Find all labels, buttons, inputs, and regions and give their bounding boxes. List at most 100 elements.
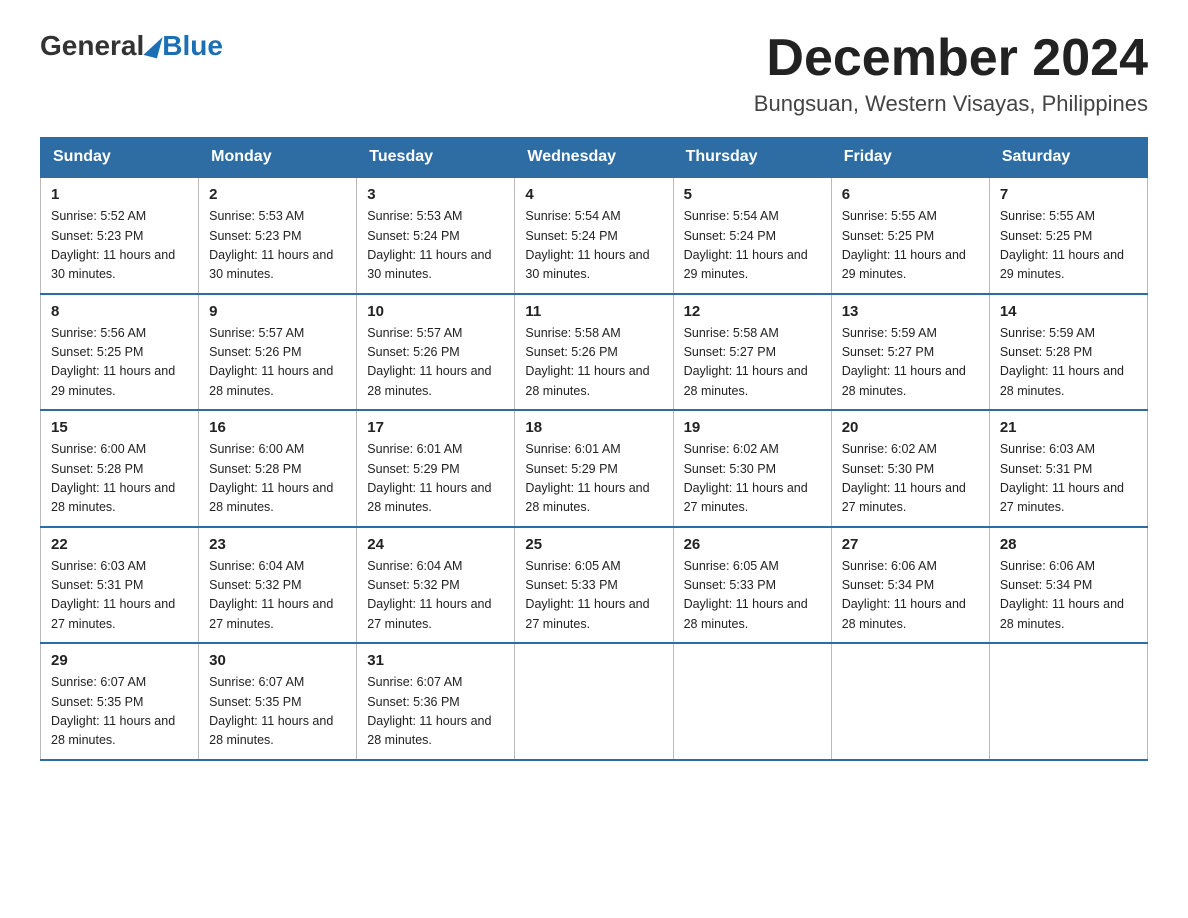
day-info: Sunrise: 6:00 AMSunset: 5:28 PMDaylight:… — [51, 442, 175, 514]
calendar-cell: 26 Sunrise: 6:05 AMSunset: 5:33 PMDaylig… — [673, 527, 831, 644]
day-number: 2 — [209, 186, 346, 203]
day-number: 14 — [1000, 303, 1137, 320]
calendar-cell: 15 Sunrise: 6:00 AMSunset: 5:28 PMDaylig… — [41, 410, 199, 527]
month-title: December 2024 — [754, 30, 1148, 87]
day-number: 10 — [367, 303, 504, 320]
day-info: Sunrise: 5:53 AMSunset: 5:23 PMDaylight:… — [209, 209, 333, 281]
day-number: 28 — [1000, 536, 1137, 553]
day-number: 18 — [525, 419, 662, 436]
calendar-cell: 20 Sunrise: 6:02 AMSunset: 5:30 PMDaylig… — [831, 410, 989, 527]
calendar-cell: 7 Sunrise: 5:55 AMSunset: 5:25 PMDayligh… — [989, 177, 1147, 294]
day-info: Sunrise: 6:06 AMSunset: 5:34 PMDaylight:… — [1000, 559, 1124, 631]
calendar-cell: 6 Sunrise: 5:55 AMSunset: 5:25 PMDayligh… — [831, 177, 989, 294]
weekday-header-saturday: Saturday — [989, 138, 1147, 178]
calendar-cell: 9 Sunrise: 5:57 AMSunset: 5:26 PMDayligh… — [199, 294, 357, 411]
calendar-week-row: 15 Sunrise: 6:00 AMSunset: 5:28 PMDaylig… — [41, 410, 1148, 527]
day-number: 9 — [209, 303, 346, 320]
calendar-cell: 2 Sunrise: 5:53 AMSunset: 5:23 PMDayligh… — [199, 177, 357, 294]
calendar-cell: 10 Sunrise: 5:57 AMSunset: 5:26 PMDaylig… — [357, 294, 515, 411]
day-info: Sunrise: 5:56 AMSunset: 5:25 PMDaylight:… — [51, 326, 175, 398]
day-info: Sunrise: 5:55 AMSunset: 5:25 PMDaylight:… — [1000, 209, 1124, 281]
calendar-cell: 5 Sunrise: 5:54 AMSunset: 5:24 PMDayligh… — [673, 177, 831, 294]
calendar-cell — [515, 643, 673, 760]
calendar-header-row: SundayMondayTuesdayWednesdayThursdayFrid… — [41, 138, 1148, 178]
day-info: Sunrise: 6:06 AMSunset: 5:34 PMDaylight:… — [842, 559, 966, 631]
weekday-header-sunday: Sunday — [41, 138, 199, 178]
day-info: Sunrise: 5:53 AMSunset: 5:24 PMDaylight:… — [367, 209, 491, 281]
calendar-cell: 4 Sunrise: 5:54 AMSunset: 5:24 PMDayligh… — [515, 177, 673, 294]
day-info: Sunrise: 5:54 AMSunset: 5:24 PMDaylight:… — [684, 209, 808, 281]
logo-blue-text: Blue — [162, 30, 223, 62]
day-number: 17 — [367, 419, 504, 436]
calendar-cell: 21 Sunrise: 6:03 AMSunset: 5:31 PMDaylig… — [989, 410, 1147, 527]
day-info: Sunrise: 5:52 AMSunset: 5:23 PMDaylight:… — [51, 209, 175, 281]
calendar-cell: 1 Sunrise: 5:52 AMSunset: 5:23 PMDayligh… — [41, 177, 199, 294]
day-info: Sunrise: 6:01 AMSunset: 5:29 PMDaylight:… — [367, 442, 491, 514]
calendar-cell: 8 Sunrise: 5:56 AMSunset: 5:25 PMDayligh… — [41, 294, 199, 411]
calendar-cell: 14 Sunrise: 5:59 AMSunset: 5:28 PMDaylig… — [989, 294, 1147, 411]
calendar-cell: 24 Sunrise: 6:04 AMSunset: 5:32 PMDaylig… — [357, 527, 515, 644]
day-info: Sunrise: 6:02 AMSunset: 5:30 PMDaylight:… — [842, 442, 966, 514]
calendar-week-row: 8 Sunrise: 5:56 AMSunset: 5:25 PMDayligh… — [41, 294, 1148, 411]
day-number: 7 — [1000, 186, 1137, 203]
day-info: Sunrise: 5:55 AMSunset: 5:25 PMDaylight:… — [842, 209, 966, 281]
day-number: 15 — [51, 419, 188, 436]
day-info: Sunrise: 6:04 AMSunset: 5:32 PMDaylight:… — [367, 559, 491, 631]
page-header: General Blue December 2024 Bungsuan, Wes… — [40, 30, 1148, 117]
day-number: 25 — [525, 536, 662, 553]
day-info: Sunrise: 6:03 AMSunset: 5:31 PMDaylight:… — [1000, 442, 1124, 514]
day-info: Sunrise: 6:03 AMSunset: 5:31 PMDaylight:… — [51, 559, 175, 631]
day-info: Sunrise: 5:59 AMSunset: 5:27 PMDaylight:… — [842, 326, 966, 398]
calendar-cell: 22 Sunrise: 6:03 AMSunset: 5:31 PMDaylig… — [41, 527, 199, 644]
day-number: 19 — [684, 419, 821, 436]
weekday-header-thursday: Thursday — [673, 138, 831, 178]
day-number: 4 — [525, 186, 662, 203]
day-info: Sunrise: 6:05 AMSunset: 5:33 PMDaylight:… — [525, 559, 649, 631]
logo: General Blue — [40, 30, 223, 62]
day-number: 8 — [51, 303, 188, 320]
location-title: Bungsuan, Western Visayas, Philippines — [754, 91, 1148, 117]
logo-triangle-icon — [144, 34, 163, 59]
day-number: 16 — [209, 419, 346, 436]
day-info: Sunrise: 5:59 AMSunset: 5:28 PMDaylight:… — [1000, 326, 1124, 398]
day-info: Sunrise: 5:58 AMSunset: 5:27 PMDaylight:… — [684, 326, 808, 398]
day-info: Sunrise: 6:02 AMSunset: 5:30 PMDaylight:… — [684, 442, 808, 514]
calendar-week-row: 29 Sunrise: 6:07 AMSunset: 5:35 PMDaylig… — [41, 643, 1148, 760]
day-info: Sunrise: 6:01 AMSunset: 5:29 PMDaylight:… — [525, 442, 649, 514]
day-number: 20 — [842, 419, 979, 436]
calendar-cell: 17 Sunrise: 6:01 AMSunset: 5:29 PMDaylig… — [357, 410, 515, 527]
calendar-cell: 28 Sunrise: 6:06 AMSunset: 5:34 PMDaylig… — [989, 527, 1147, 644]
calendar-cell: 27 Sunrise: 6:06 AMSunset: 5:34 PMDaylig… — [831, 527, 989, 644]
day-info: Sunrise: 6:07 AMSunset: 5:35 PMDaylight:… — [209, 675, 333, 747]
calendar-cell: 23 Sunrise: 6:04 AMSunset: 5:32 PMDaylig… — [199, 527, 357, 644]
day-number: 3 — [367, 186, 504, 203]
day-info: Sunrise: 5:54 AMSunset: 5:24 PMDaylight:… — [525, 209, 649, 281]
day-number: 13 — [842, 303, 979, 320]
day-info: Sunrise: 6:07 AMSunset: 5:35 PMDaylight:… — [51, 675, 175, 747]
day-number: 29 — [51, 652, 188, 669]
calendar-cell: 16 Sunrise: 6:00 AMSunset: 5:28 PMDaylig… — [199, 410, 357, 527]
calendar-cell: 12 Sunrise: 5:58 AMSunset: 5:27 PMDaylig… — [673, 294, 831, 411]
day-number: 21 — [1000, 419, 1137, 436]
title-section: December 2024 Bungsuan, Western Visayas,… — [754, 30, 1148, 117]
day-info: Sunrise: 5:57 AMSunset: 5:26 PMDaylight:… — [367, 326, 491, 398]
day-number: 11 — [525, 303, 662, 320]
day-number: 26 — [684, 536, 821, 553]
day-number: 23 — [209, 536, 346, 553]
day-info: Sunrise: 5:58 AMSunset: 5:26 PMDaylight:… — [525, 326, 649, 398]
calendar-cell: 19 Sunrise: 6:02 AMSunset: 5:30 PMDaylig… — [673, 410, 831, 527]
day-info: Sunrise: 5:57 AMSunset: 5:26 PMDaylight:… — [209, 326, 333, 398]
calendar-cell: 3 Sunrise: 5:53 AMSunset: 5:24 PMDayligh… — [357, 177, 515, 294]
day-number: 30 — [209, 652, 346, 669]
calendar-cell — [989, 643, 1147, 760]
day-number: 24 — [367, 536, 504, 553]
calendar-cell — [831, 643, 989, 760]
day-number: 12 — [684, 303, 821, 320]
calendar-cell: 25 Sunrise: 6:05 AMSunset: 5:33 PMDaylig… — [515, 527, 673, 644]
day-info: Sunrise: 6:07 AMSunset: 5:36 PMDaylight:… — [367, 675, 491, 747]
calendar-cell — [673, 643, 831, 760]
calendar-cell: 30 Sunrise: 6:07 AMSunset: 5:35 PMDaylig… — [199, 643, 357, 760]
calendar-cell: 31 Sunrise: 6:07 AMSunset: 5:36 PMDaylig… — [357, 643, 515, 760]
weekday-header-wednesday: Wednesday — [515, 138, 673, 178]
day-number: 31 — [367, 652, 504, 669]
